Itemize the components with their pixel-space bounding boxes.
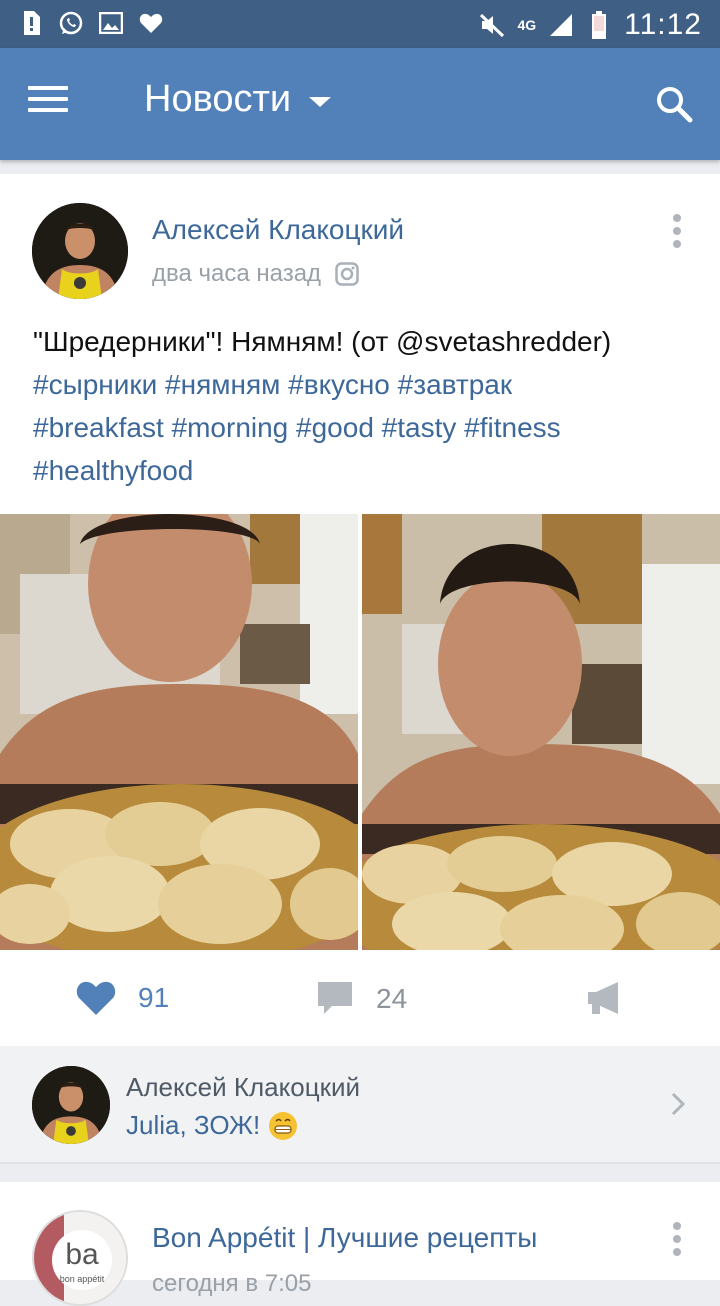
comment-button[interactable]: 24 — [316, 980, 407, 1018]
post-text: "Шредерники"! Нямням! (от @svetashredder… — [33, 320, 693, 492]
grinning-emoji-icon — [268, 1111, 298, 1141]
chevron-right-icon — [666, 1092, 690, 1116]
post-body-text: "Шредерники"! Нямням! (от @svetashredder… — [33, 326, 612, 357]
avatar-logo-text: ba — [65, 1238, 99, 1271]
hashtags-line[interactable]: #сырники #нямням #вкусно #завтрак — [33, 363, 693, 406]
search-icon[interactable] — [654, 84, 694, 124]
gallery-icon — [98, 10, 124, 36]
battery-icon — [586, 11, 612, 39]
post-time-text: два часа назад — [152, 260, 322, 287]
post-time-text: сегодня в 7:05 — [152, 1270, 312, 1297]
clock: 11:12 — [624, 8, 702, 41]
avatar[interactable] — [32, 203, 128, 299]
hashtags-line[interactable]: #breakfast #morning #good #tasty #fitnes… — [33, 406, 693, 449]
heart-icon — [76, 981, 116, 1015]
comment-text: Julia, ЗОЖ! — [126, 1110, 261, 1140]
post-actions: 91 24 — [0, 950, 720, 1046]
avatar-logo-subtext: bon appétit — [60, 1274, 105, 1284]
heart-icon — [138, 10, 164, 36]
comment-count: 24 — [376, 983, 408, 1014]
more-options-icon[interactable] — [672, 214, 682, 248]
network-type: 4G — [517, 17, 537, 33]
post-author[interactable]: Bon Appétit | Лучшие рецепты — [152, 1222, 537, 1254]
last-comment[interactable]: Алексей Клакоцкий Julia, ЗОЖ! — [0, 1046, 720, 1164]
avatar[interactable] — [32, 1066, 110, 1144]
hamburger-icon[interactable] — [28, 86, 68, 122]
notification-icons — [18, 10, 164, 36]
signal-icon — [548, 12, 574, 38]
share-button[interactable] — [586, 980, 622, 1016]
system-icons: 4G 11:12 — [479, 8, 702, 42]
avatar[interactable]: ba bon appétit — [32, 1210, 128, 1306]
post-timestamp: два часа назад — [152, 260, 359, 288]
post-photo[interactable] — [0, 514, 358, 950]
page-title: Новости — [144, 78, 292, 120]
app-toolbar: Новости — [0, 48, 720, 160]
status-bar: 4G 11:12 — [0, 0, 720, 48]
comment-text-wrap: Julia, ЗОЖ! — [126, 1110, 298, 1141]
more-options-icon[interactable] — [672, 1222, 682, 1256]
post-card: Алексей Клакоцкий два часа назад "Шредер… — [0, 174, 720, 1046]
instagram-icon — [335, 262, 359, 286]
megaphone-icon — [588, 982, 618, 1014]
comment-icon — [318, 982, 352, 1014]
like-button[interactable]: 91 — [76, 980, 169, 1016]
feed-selector[interactable]: Новости — [144, 78, 332, 121]
post-photos — [0, 514, 720, 950]
like-count: 91 — [138, 982, 170, 1013]
mute-icon — [479, 12, 505, 38]
comment-author: Алексей Клакоцкий — [126, 1072, 361, 1102]
post-card: ba bon appétit Bon Appétit | Лучшие реце… — [0, 1182, 720, 1306]
hashtags-line[interactable]: #healthyfood — [33, 449, 693, 492]
post-author[interactable]: Алексей Клакоцкий — [152, 214, 404, 246]
post-photo[interactable] — [362, 514, 720, 950]
whatsapp-icon — [58, 10, 84, 36]
chevron-down-icon — [309, 96, 332, 107]
sim-alert-icon — [18, 10, 44, 36]
